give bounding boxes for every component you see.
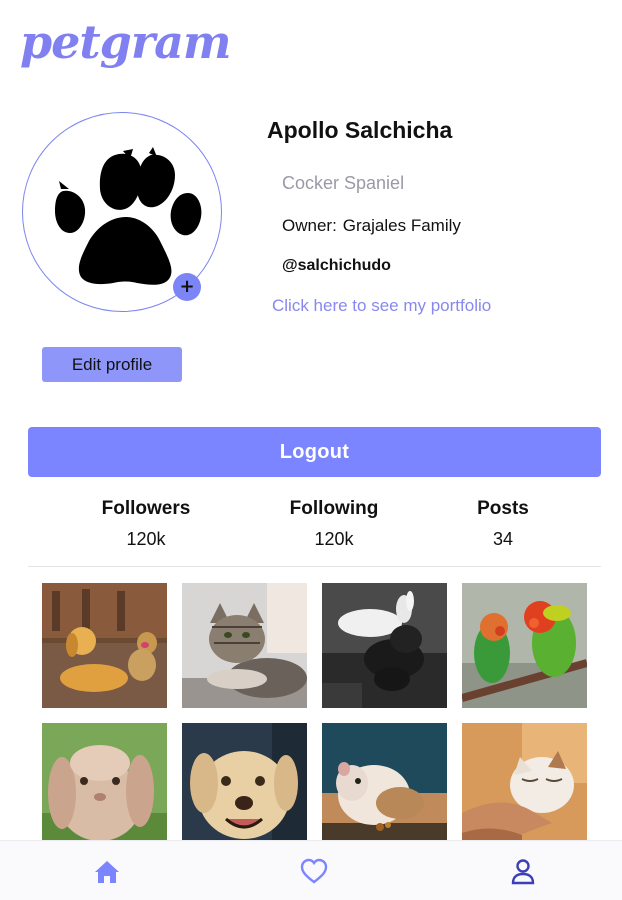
owner-value: Grajales Family	[342, 216, 461, 235]
bottom-nav	[0, 840, 622, 900]
app-logo[interactable]: petgram	[20, 14, 232, 70]
portfolio-link[interactable]: Click here to see my portfolio	[272, 296, 491, 316]
stat-value: 34	[492, 529, 514, 549]
post-thumbnail-birds[interactable]	[462, 583, 587, 708]
user-icon	[511, 859, 535, 885]
heart-icon	[300, 858, 328, 884]
nav-profile-button[interactable]	[508, 857, 538, 885]
logout-button[interactable]: Logout	[28, 427, 601, 477]
pet-breed: Cocker Spaniel	[282, 173, 405, 193]
post-grid	[42, 583, 587, 843]
nav-home-button[interactable]	[92, 857, 122, 885]
post-thumbnail-rabbit-dog[interactable]	[322, 583, 447, 708]
divider	[28, 566, 601, 567]
stat-value: 120k	[314, 529, 354, 549]
stat-value: 120k	[126, 529, 166, 549]
home-icon	[95, 861, 119, 883]
stat-label: Following	[289, 498, 379, 519]
add-photo-button[interactable]: +	[173, 273, 201, 301]
owner-row: Owner: Grajales Family	[282, 216, 461, 236]
post-thumbnail-cat-petted[interactable]	[462, 723, 587, 843]
post-thumbnail-rabbit[interactable]	[42, 723, 167, 843]
stat-following[interactable]: Following 120k	[264, 497, 404, 550]
owner-label: Owner:	[282, 216, 337, 235]
post-thumbnail-dogs[interactable]	[42, 583, 167, 708]
post-thumbnail-hamster[interactable]	[322, 723, 447, 843]
stat-label: Posts	[477, 498, 529, 519]
stat-posts[interactable]: Posts 34	[433, 497, 573, 550]
post-thumbnail-labrador[interactable]	[182, 723, 307, 843]
pet-name: Apollo Salchicha	[267, 117, 453, 143]
stat-followers[interactable]: Followers 120k	[76, 497, 216, 550]
edit-profile-button[interactable]: Edit profile	[42, 347, 182, 382]
pet-handle: @salchichudo	[282, 257, 391, 274]
stat-label: Followers	[101, 498, 191, 519]
post-thumbnail-cat[interactable]	[182, 583, 307, 708]
nav-favorites-button[interactable]	[299, 857, 329, 885]
